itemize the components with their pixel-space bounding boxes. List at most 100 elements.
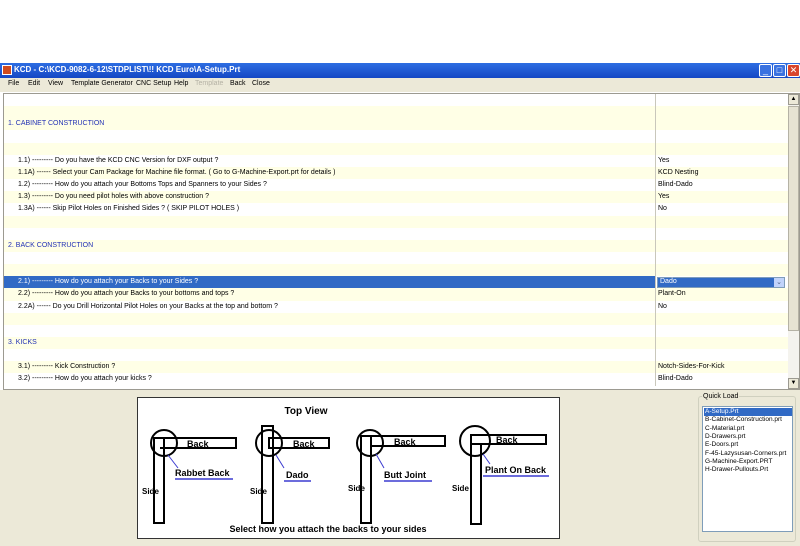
scroll-down-button[interactable]: ▼ bbox=[788, 378, 799, 389]
question-text: 3.2) --------- How do you attach your ki… bbox=[18, 375, 152, 383]
menu-view[interactable]: View bbox=[48, 80, 63, 87]
chevron-down-icon[interactable]: ⌄ bbox=[774, 278, 784, 288]
menu-cnc-setup[interactable]: CNC Setup bbox=[136, 80, 171, 87]
answer-cell[interactable] bbox=[656, 337, 788, 350]
answer-cell[interactable]: Blind-Dado bbox=[656, 373, 788, 386]
answer-cell[interactable]: Blind-Dado bbox=[656, 179, 788, 192]
answer-dropdown[interactable]: Dado ⌄ bbox=[657, 277, 785, 289]
question-text: 1.3) --------- Do you need pilot holes w… bbox=[18, 193, 210, 201]
dado-option: Dado bbox=[286, 470, 309, 480]
app-icon bbox=[2, 65, 12, 75]
table-row[interactable] bbox=[4, 106, 788, 120]
quick-load-item[interactable]: E-Doors.prt bbox=[704, 441, 792, 449]
quick-load-item[interactable]: A-Setup.Prt bbox=[704, 408, 792, 416]
quick-load-item[interactable]: G-Machine-Export.PRT bbox=[704, 458, 792, 466]
question-text: 1.1A) ------ Select your Cam Package for… bbox=[18, 168, 336, 176]
menu-back[interactable]: Back bbox=[230, 80, 246, 87]
plant-on-back-illustration: Back Side Plant On Back bbox=[452, 425, 549, 525]
answer-cell[interactable]: Yes bbox=[656, 191, 788, 204]
answer-cell[interactable] bbox=[656, 228, 788, 241]
question-cell bbox=[4, 264, 656, 278]
table-row[interactable] bbox=[4, 142, 788, 156]
answer-cell[interactable] bbox=[656, 325, 788, 338]
table-row[interactable]: 3.2) --------- How do you attach your ki… bbox=[4, 373, 788, 387]
scroll-up-button[interactable]: ▲ bbox=[788, 94, 799, 105]
quick-load-item[interactable]: F-45-Lazysusan-Corners.prt bbox=[704, 450, 792, 458]
answer-cell[interactable] bbox=[656, 252, 788, 265]
dado-illustration: Back Side Dado bbox=[250, 425, 330, 524]
answer-cell[interactable]: Yes bbox=[656, 155, 788, 168]
minimize-button[interactable]: _ bbox=[759, 64, 772, 77]
section-header-row[interactable]: 2. BACK CONSTRUCTION bbox=[4, 239, 788, 253]
table-row[interactable] bbox=[4, 130, 788, 144]
question-cell: 3. KICKS bbox=[4, 337, 656, 350]
vertical-scrollbar[interactable]: ▲ ▼ bbox=[788, 94, 799, 389]
table-row[interactable]: 1.3) --------- Do you need pilot holes w… bbox=[4, 191, 788, 205]
answer-cell[interactable] bbox=[656, 94, 788, 107]
back-label: Back bbox=[394, 437, 417, 447]
menu-close[interactable]: Close bbox=[252, 80, 270, 87]
question-cell: 2.2A) ------ Do you Drill Horizontal Pil… bbox=[4, 300, 656, 314]
question-cell bbox=[4, 106, 656, 120]
menu-file[interactable]: File bbox=[8, 80, 19, 87]
maximize-button[interactable]: □ bbox=[773, 64, 786, 77]
answer-cell[interactable] bbox=[656, 216, 788, 229]
table-row[interactable] bbox=[4, 349, 788, 363]
question-text: 2.2A) ------ Do you Drill Horizontal Pil… bbox=[18, 302, 278, 310]
title-bar[interactable]: KCD - C:\KCD-9082-6-12\STDPLIST\!! KCD E… bbox=[0, 63, 800, 78]
diagram-caption: Select how you attach the backs to your … bbox=[229, 524, 426, 534]
answer-cell[interactable]: Dado ⌄ bbox=[656, 276, 788, 290]
menu-edit[interactable]: Edit bbox=[28, 80, 40, 87]
table-row[interactable] bbox=[4, 312, 788, 326]
scroll-thumb[interactable] bbox=[788, 106, 799, 331]
table-row[interactable]: 1.1) --------- Do you have the KCD CNC V… bbox=[4, 154, 788, 168]
quick-load-label: Quick Load bbox=[702, 393, 740, 400]
table-row[interactable]: 2.2A) ------ Do you Drill Horizontal Pil… bbox=[4, 300, 788, 314]
table-row[interactable] bbox=[4, 215, 788, 229]
question-cell: 3.2) --------- How do you attach your ki… bbox=[4, 373, 656, 387]
table-row[interactable] bbox=[4, 264, 788, 278]
question-cell: 1.3A) ------ Skip Pilot Holes on Finishe… bbox=[4, 203, 656, 217]
answer-cell[interactable]: No bbox=[656, 203, 788, 216]
answer-cell[interactable] bbox=[656, 240, 788, 253]
table-row[interactable]: 3.1) --------- Kick Construction ? Notch-… bbox=[4, 361, 788, 375]
table-row[interactable]: 1.1A) ------ Select your Cam Package for… bbox=[4, 166, 788, 180]
settings-grid[interactable]: 1. CABINET CONSTRUCTION 1.1) --------- Do… bbox=[3, 93, 800, 390]
quick-load-item[interactable]: B-Cabinet-Construction.prt bbox=[704, 416, 792, 424]
answer-cell[interactable]: Plant-On bbox=[656, 288, 788, 301]
close-window-button[interactable]: ✕ bbox=[787, 64, 800, 77]
answer-cell[interactable] bbox=[656, 106, 788, 119]
answer-cell[interactable]: Notch-Sides-For-Kick bbox=[656, 361, 788, 374]
section-header-row[interactable]: 1. CABINET CONSTRUCTION bbox=[4, 118, 788, 132]
side-label: Side bbox=[250, 487, 267, 496]
section-header-row[interactable]: 3. KICKS bbox=[4, 337, 788, 350]
quick-load-list[interactable]: A-Setup.Prt B-Cabinet-Construction.prt C-M… bbox=[702, 406, 793, 532]
answer-cell[interactable]: KCD Nesting bbox=[656, 167, 788, 180]
quick-load-item[interactable]: D-Drawers.prt bbox=[704, 433, 792, 441]
answer-cell[interactable] bbox=[656, 313, 788, 326]
answer-cell[interactable] bbox=[656, 143, 788, 156]
table-row[interactable] bbox=[4, 227, 788, 241]
table-row[interactable] bbox=[4, 251, 788, 265]
answer-cell[interactable] bbox=[656, 118, 788, 131]
menu-template-generator[interactable]: Template Generator bbox=[71, 80, 133, 87]
side-label: Side bbox=[348, 484, 365, 493]
answer-cell[interactable] bbox=[656, 349, 788, 362]
answer-text: No bbox=[658, 302, 667, 310]
quick-load-item[interactable]: H-Drawer-Pullouts.Prt bbox=[704, 466, 792, 474]
answer-cell[interactable] bbox=[656, 130, 788, 143]
answer-cell[interactable] bbox=[656, 264, 788, 277]
answer-cell[interactable]: No bbox=[656, 301, 788, 314]
question-cell: 2. BACK CONSTRUCTION bbox=[4, 239, 656, 253]
table-row[interactable]: 2.2) --------- How do you attach your Ba… bbox=[4, 288, 788, 302]
menu-bar: File Edit View Template Generator CNC Se… bbox=[0, 78, 800, 92]
back-label: Back bbox=[496, 435, 519, 445]
table-row[interactable] bbox=[4, 94, 788, 107]
answer-text: Yes bbox=[658, 156, 670, 164]
table-row[interactable]: 1.2) --------- How do you attach your Bo… bbox=[4, 179, 788, 193]
table-row[interactable] bbox=[4, 324, 788, 338]
table-row[interactable]: 1.3A) ------ Skip Pilot Holes on Finishe… bbox=[4, 203, 788, 217]
menu-help[interactable]: Help bbox=[174, 80, 188, 87]
quick-load-item[interactable]: C-Material.prt bbox=[704, 425, 792, 433]
table-row[interactable]: 2.1) --------- How do you attach your Ba… bbox=[4, 276, 788, 290]
